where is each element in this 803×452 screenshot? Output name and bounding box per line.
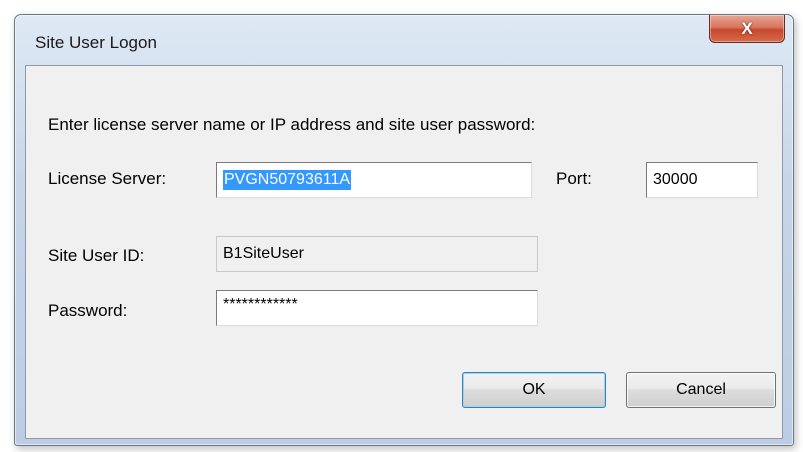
license-server-label: License Server: [48, 169, 167, 188]
license-server-input[interactable]: PVGN50793611A [216, 162, 532, 198]
site-user-id-label: Site User ID: [48, 246, 145, 265]
port-input[interactable]: 30000 [646, 162, 758, 198]
ok-button[interactable]: OK [462, 372, 606, 408]
port-label: Port: [556, 169, 592, 188]
password-value: ************ [223, 296, 298, 313]
dialog-client-area: Enter license server name or IP address … [25, 65, 783, 439]
close-button[interactable]: X [709, 15, 785, 43]
window-title: Site User Logon [35, 33, 157, 52]
cancel-button[interactable]: Cancel [626, 372, 776, 408]
site-user-id-value: B1SiteUser [223, 245, 304, 262]
close-x-icon: X [741, 18, 753, 38]
ok-button-label: OK [522, 381, 546, 398]
cancel-button-label: Cancel [676, 381, 726, 398]
site-user-id-field: B1SiteUser [216, 236, 538, 272]
site-user-logon-dialog: Site User Logon X Enter license server n… [14, 14, 794, 446]
port-value: 30000 [653, 171, 698, 188]
page-background [0, 0, 14, 452]
password-label: Password: [48, 301, 128, 320]
title-bar[interactable]: Site User Logon X [15, 15, 793, 63]
instruction-text: Enter license server name or IP address … [48, 115, 536, 134]
license-server-value: PVGN50793611A [223, 170, 352, 190]
password-input[interactable]: ************ [216, 290, 538, 326]
